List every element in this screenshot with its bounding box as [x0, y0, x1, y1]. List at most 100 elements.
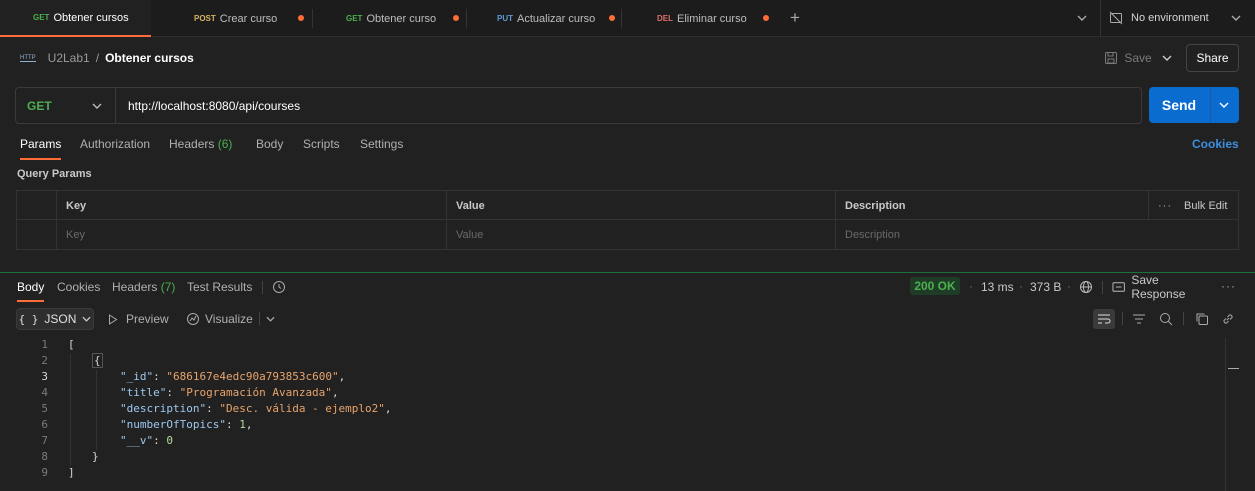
- line-number: 3: [41, 370, 48, 383]
- request-tab-bar: GET Obtener cursos POST Crear curso GET …: [0, 0, 1255, 37]
- table-header-row: Key Value Description ··· Bulk Edit: [17, 191, 1238, 220]
- code-line: [: [68, 338, 75, 351]
- tab-obtener-curso[interactable]: GET Obtener curso: [313, 0, 465, 37]
- save-response-icon: [1112, 282, 1125, 292]
- response-tab-cookies[interactable]: Cookies: [57, 280, 100, 294]
- tab-eliminar-curso[interactable]: DEL Eliminar curso: [624, 0, 776, 37]
- copy-icon[interactable]: [1194, 311, 1210, 327]
- key-input[interactable]: Key: [56, 220, 447, 249]
- share-button[interactable]: Share: [1186, 44, 1239, 72]
- tab-headers-label: Headers: [169, 137, 215, 151]
- separator-dot: ·: [969, 279, 973, 293]
- tab-crear-curso[interactable]: POST Crear curso: [161, 0, 311, 37]
- code-line: "__v": 0: [120, 434, 173, 447]
- scrollbar-marker: [1228, 368, 1239, 369]
- tab-scripts[interactable]: Scripts: [303, 137, 340, 151]
- more-options-icon[interactable]: ···: [1221, 279, 1236, 293]
- save-options-chevron-icon[interactable]: [1160, 50, 1174, 66]
- url-input[interactable]: http://localhost:8080/api/courses: [128, 88, 1128, 123]
- send-options-chevron-icon[interactable]: [1219, 102, 1229, 108]
- unsaved-dot-icon: [609, 15, 615, 21]
- tabbar-divider: [1100, 0, 1101, 37]
- save-icon: [1105, 52, 1118, 64]
- preview-button[interactable]: Preview: [108, 310, 172, 328]
- braces-icon: { }: [18, 312, 39, 326]
- method-selector[interactable]: GET: [16, 88, 116, 123]
- tab-divider: [621, 9, 622, 28]
- response-time: 13 ms: [981, 280, 1014, 294]
- tab-method: PUT: [497, 14, 513, 23]
- indent-guide: [96, 370, 97, 450]
- environment-selector[interactable]: No environment: [1109, 8, 1255, 28]
- tab-label: Obtener cursos: [53, 11, 129, 24]
- separator-dot: ·: [1019, 279, 1023, 293]
- response-tab-headers[interactable]: Headers (7): [112, 280, 175, 294]
- save-response-button[interactable]: Save Response: [1112, 273, 1212, 301]
- save-label: Save: [1124, 51, 1152, 65]
- line-number: 2: [41, 354, 48, 367]
- indent-guide: [70, 354, 71, 466]
- format-selector[interactable]: { } JSON: [16, 308, 94, 330]
- filter-icon[interactable]: [1131, 311, 1147, 327]
- visualize-icon: [187, 313, 199, 325]
- tab-obtener-cursos[interactable]: GET Obtener cursos: [0, 0, 151, 37]
- search-icon[interactable]: [1158, 311, 1174, 327]
- tab-params[interactable]: Params: [20, 137, 62, 160]
- new-tab-plus-icon[interactable]: +: [786, 8, 804, 27]
- cookies-link[interactable]: Cookies: [1192, 137, 1239, 151]
- scrollbar-track[interactable]: [1225, 338, 1226, 491]
- tab-actualizar-curso[interactable]: PUT Actualizar curso: [464, 0, 621, 37]
- visualize-button[interactable]: Visualize: [186, 310, 256, 328]
- visualize-chevron-icon[interactable]: [264, 312, 276, 326]
- status-badge: 200 OK: [910, 277, 960, 295]
- response-tab-test-results[interactable]: Test Results: [187, 280, 252, 294]
- response-tab-body[interactable]: Body: [17, 280, 45, 302]
- tab-method: POST: [194, 14, 216, 23]
- query-params-table: Key Value Description ··· Bulk Edit Key …: [16, 190, 1239, 250]
- tab-label: Actualizar curso: [517, 12, 596, 25]
- history-icon[interactable]: [271, 279, 287, 295]
- tab-headers[interactable]: Headers (6): [169, 137, 232, 151]
- description-input[interactable]: Description: [835, 220, 1238, 249]
- tab-method: GET: [33, 13, 50, 22]
- tab-divider: [1102, 281, 1103, 294]
- tab-body[interactable]: Body: [256, 137, 283, 151]
- breadcrumb-collection[interactable]: U2Lab1: [48, 51, 90, 65]
- response-divider: [0, 272, 1255, 273]
- link-icon[interactable]: [1220, 311, 1236, 327]
- line-number: 4: [41, 386, 48, 399]
- column-header-value: Value: [446, 191, 836, 220]
- column-header-description: Description: [835, 191, 1148, 220]
- unsaved-dot-icon: [453, 15, 459, 21]
- tab-label: Obtener curso: [366, 12, 437, 25]
- chevron-down-icon: [82, 316, 91, 322]
- bulk-edit-button[interactable]: ··· Bulk Edit: [1148, 191, 1238, 220]
- query-params-title: Query Params: [17, 168, 92, 180]
- tab-method: DEL: [657, 14, 673, 23]
- tab-label: Eliminar curso: [677, 12, 747, 25]
- tab-divider: [259, 312, 260, 325]
- code-line: "title": "Programación Avanzada",: [120, 386, 339, 399]
- line-number: 8: [41, 450, 48, 463]
- environment-label: No environment: [1131, 12, 1209, 24]
- breadcrumb-request-name[interactable]: Obtener cursos: [105, 51, 194, 65]
- save-button[interactable]: Save: [1104, 48, 1152, 68]
- method-label: GET: [27, 98, 52, 113]
- tab-divider: [1122, 312, 1123, 325]
- http-icon: HTTP: [20, 54, 36, 62]
- response-body-viewer[interactable]: 1 [ 2 { 3 "_id": "686167e4edc90a793853c6…: [0, 336, 1225, 491]
- send-button[interactable]: Send: [1149, 87, 1239, 123]
- tab-authorization[interactable]: Authorization: [80, 137, 150, 151]
- wrap-lines-icon[interactable]: [1093, 309, 1115, 329]
- code-line: {: [92, 353, 103, 368]
- tab-method: GET: [346, 14, 363, 23]
- tab-settings[interactable]: Settings: [360, 137, 403, 151]
- unsaved-dot-icon: [763, 15, 769, 21]
- globe-icon[interactable]: [1078, 279, 1094, 295]
- value-input[interactable]: Value: [446, 220, 836, 249]
- tabs-overflow-chevron-icon[interactable]: [1074, 10, 1090, 26]
- share-label: Share: [1196, 51, 1229, 65]
- code-line: "_id": "686167e4edc90a793853c600",: [120, 370, 346, 383]
- line-number: 6: [41, 418, 48, 431]
- separator-dot: ·: [1067, 279, 1071, 293]
